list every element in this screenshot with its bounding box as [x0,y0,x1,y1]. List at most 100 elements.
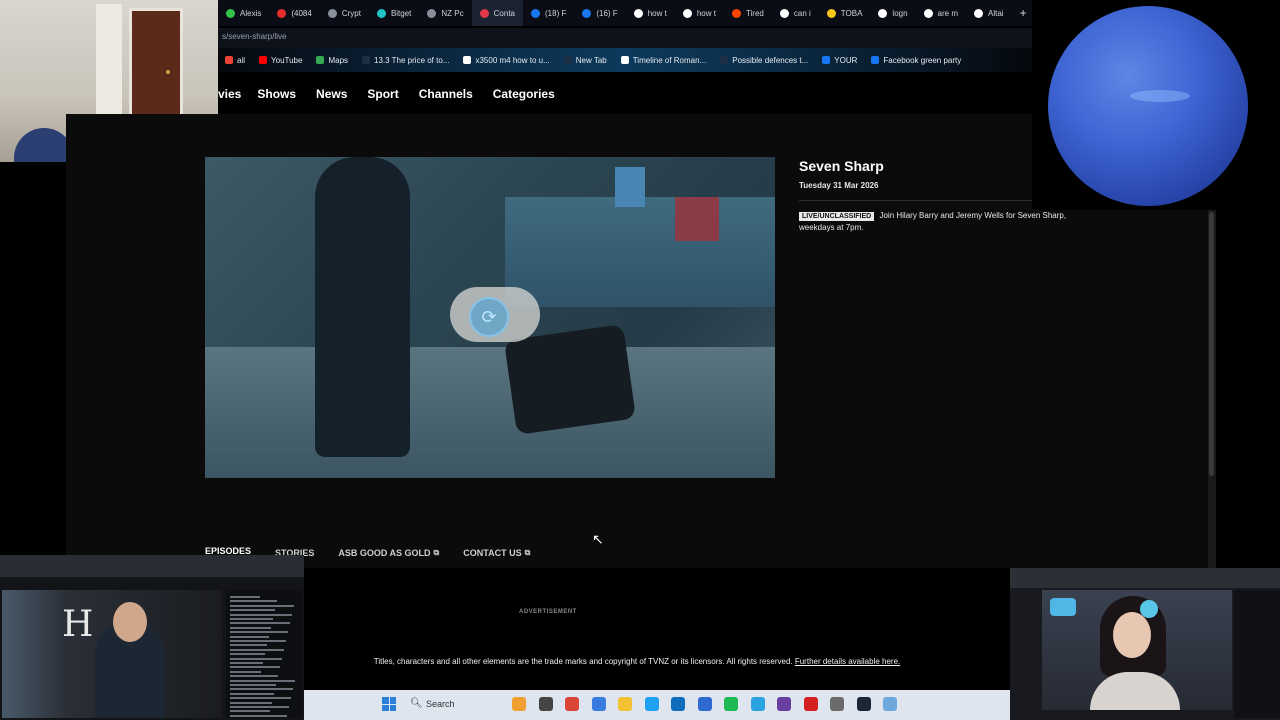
tab-favicon-icon [582,8,592,18]
browser-tab[interactable]: Bitget [369,0,419,26]
obs-icon[interactable] [777,697,791,711]
chat-line [230,692,274,695]
pdf-icon[interactable] [803,697,818,711]
tab-contact-us[interactable]: CONTACT US ⧉ [463,546,530,560]
bookmark-label: YouTube [271,55,303,65]
chrome-icon[interactable] [565,697,579,711]
tab-label: how t [647,8,667,18]
tab-favicon-icon [923,8,933,18]
nav-channels[interactable]: Channels [419,87,473,101]
tab-favicon-icon [731,8,741,18]
task-view-icon[interactable] [538,697,553,711]
browser-tab[interactable]: NZ Pc [419,0,471,26]
tab-label: Alexis [240,8,262,18]
tab-asb-label: ASB GOOD AS GOLD [338,548,431,558]
outlook-icon[interactable] [671,697,685,711]
widgets-icon[interactable] [512,697,526,711]
tab-contact-label: CONTACT US [463,548,522,558]
windows-start-icon[interactable] [382,697,396,711]
bookmark-item[interactable]: Possible defences t... [713,56,815,65]
bookmark-favicon-icon [720,56,729,64]
taskbar-search-placeholder[interactable]: Search [426,699,455,709]
file-explorer-icon[interactable] [618,697,632,711]
tab-label: Tired [745,8,764,18]
bookmark-label: Timeline of Roman... [632,55,707,65]
new-tab-button[interactable]: + [1012,6,1032,20]
chat-line [230,604,294,607]
steam-icon[interactable] [856,697,871,711]
spotify-icon[interactable] [724,697,738,711]
chat-line [230,657,282,660]
chat-line [230,666,280,669]
store-icon[interactable] [697,697,712,711]
nav-sport[interactable]: Sport [367,87,398,101]
chat-line [230,648,284,651]
telegram-icon[interactable] [750,697,765,711]
live-badge: LIVE/UNCLASSIFIED [799,212,875,221]
address-bar[interactable]: s/seven-sharp/live [218,28,1032,48]
tab-asb-good-as-gold[interactable]: ASB GOOD AS GOLD ⧉ [338,546,439,560]
bookmark-favicon-icon [316,56,325,64]
bookmark-item[interactable]: Timeline of Roman... [614,56,714,65]
browser-tab[interactable]: can i [772,0,819,26]
chat-line [230,706,289,708]
browser-tab[interactable]: how t [675,0,724,26]
bookmark-item[interactable]: 13.3 The price of to... [355,56,456,65]
streamer-face [1113,612,1151,658]
url-text[interactable]: s/seven-sharp/live [222,32,286,41]
browser-tab[interactable]: logn [870,0,915,26]
bookmark-item[interactable]: Facebook green party [864,56,968,65]
bookmark-item[interactable]: ail [218,56,252,65]
browser-tab[interactable]: Conta [471,0,523,26]
tab-label: logn [892,8,908,18]
browser-tab[interactable]: (4084 [269,0,319,26]
advertisement-label: ADVERTISEMENT [519,609,577,615]
nav-shows[interactable]: Shows [257,87,296,101]
browser-tab[interactable]: TOBA [819,0,871,26]
bookmark-item[interactable]: YouTube [252,56,309,65]
edge-icon[interactable] [644,697,659,711]
chat-line [230,675,278,678]
nav-news[interactable]: News [316,87,347,101]
floor [205,347,775,478]
chat-line [230,688,293,691]
browser-tab[interactable]: (16) F [574,0,625,26]
show-title: Seven Sharp [799,158,884,174]
bookmark-favicon-icon [362,56,371,64]
photos-icon[interactable] [591,697,606,711]
bookmark-item[interactable]: New Tab [557,56,614,65]
info-divider [799,200,1032,201]
settings-icon[interactable] [830,697,844,711]
screenshot-icon[interactable] [883,697,897,711]
browser-tab[interactable]: Alexis [218,0,269,26]
streamer-blue-light [1050,598,1076,616]
bookmark-label: Maps [328,55,349,65]
nav-movies[interactable]: vies [218,87,241,101]
tab-favicon-icon [479,8,489,18]
scrollbar-thumb[interactable] [1209,212,1214,476]
shop-sign-red [675,197,719,241]
chat-line [230,596,260,598]
bookmark-item[interactable]: Maps [309,56,355,65]
bookmark-item[interactable]: YOUR [815,56,864,65]
nav-categories[interactable]: Categories [493,87,555,101]
browser-tab[interactable]: Tired [724,0,772,26]
bookmark-item[interactable]: x3500 m4 how to u... [456,56,556,65]
tab-label: Conta [493,8,515,18]
bookmark-favicon-icon [563,56,572,64]
further-details-link[interactable]: Further details available here. [795,657,900,666]
copyright-text: Titles, characters and all other element… [304,657,970,666]
bookmarks-bar: ail YouTube Maps 13.3 The price of to... x35… [218,48,1032,72]
lower-left-browser-bar [0,555,304,577]
browser-tab[interactable]: how t [626,0,675,26]
site-nav: vies Shows News Sport Channels Categorie… [218,80,555,108]
tab-favicon-icon [826,8,836,18]
browser-tab[interactable]: Crypt [320,0,369,26]
browser-tab[interactable]: are m [916,0,966,26]
tab-favicon-icon [682,8,692,18]
browser-tab[interactable]: Altai [966,0,1012,26]
planet-image [1048,6,1248,206]
chat-line [230,714,287,717]
tab-label: NZ Pc [441,8,464,18]
browser-tab[interactable]: (18) F [523,0,574,26]
